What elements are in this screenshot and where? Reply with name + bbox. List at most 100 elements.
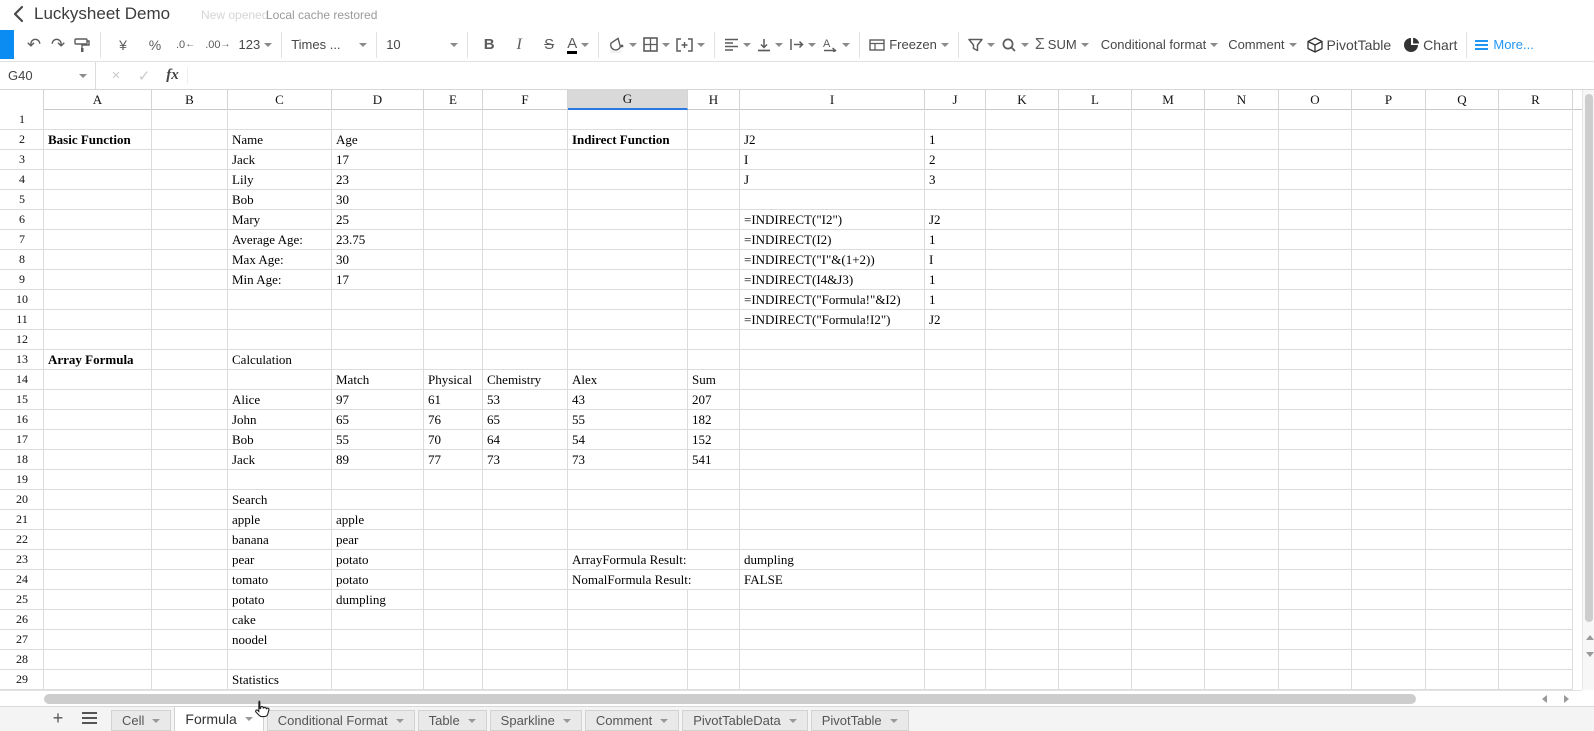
- font-family-dropdown[interactable]: Times ...: [288, 31, 370, 59]
- cell-E16[interactable]: 76: [425, 410, 444, 429]
- cell-D4[interactable]: 23: [333, 170, 352, 189]
- chevron-down-icon[interactable]: [467, 718, 476, 723]
- cell-J9[interactable]: 1: [926, 270, 939, 289]
- cell-J7[interactable]: 1: [926, 230, 939, 249]
- cell-G23[interactable]: ArrayFormula Result:: [569, 550, 690, 569]
- row-header-3[interactable]: 3: [0, 150, 44, 169]
- cell-A2[interactable]: Basic Function: [45, 130, 134, 149]
- row-header-4[interactable]: 4: [0, 170, 44, 189]
- cell-I9[interactable]: =INDIRECT(I4&J3): [741, 270, 857, 289]
- conditional-format-dropdown[interactable]: Conditional format: [1098, 31, 1222, 59]
- cell-C13[interactable]: Calculation: [229, 350, 295, 369]
- cell-J8[interactable]: I: [926, 250, 937, 269]
- cell-E15[interactable]: 61: [425, 390, 444, 409]
- column-header-B[interactable]: B: [152, 90, 228, 110]
- cell-C7[interactable]: Average Age:: [229, 230, 306, 249]
- cell-A13[interactable]: Array Formula: [45, 350, 137, 369]
- italic-button[interactable]: I: [507, 31, 531, 59]
- cell-J4[interactable]: 3: [926, 170, 939, 189]
- cell-G17[interactable]: 54: [569, 430, 588, 449]
- cell-C29[interactable]: Statistics: [229, 670, 282, 689]
- cell-J11[interactable]: J2: [926, 310, 944, 329]
- cell-D16[interactable]: 65: [333, 410, 352, 429]
- row-header-29[interactable]: 29: [0, 670, 44, 689]
- cell-C15[interactable]: Alice: [229, 390, 264, 409]
- column-header-H[interactable]: H: [688, 90, 740, 110]
- cell-C9[interactable]: Min Age:: [229, 270, 285, 289]
- name-box[interactable]: G40: [0, 62, 96, 89]
- grid-body[interactable]: 1 2 3 4 5 6 7 8 9 10 11 12 13 14 15 16 17 18 19 20 21 22 23 24 2…: [0, 110, 1573, 690]
- row-header-1[interactable]: 1: [0, 110, 44, 129]
- cell-G16[interactable]: 55: [569, 410, 588, 429]
- add-sheet-button[interactable]: +: [48, 708, 68, 729]
- cell-H14[interactable]: Sum: [689, 370, 719, 389]
- sum-dropdown[interactable]: Σ SUM: [1032, 31, 1092, 59]
- vertical-align-dropdown[interactable]: [754, 31, 786, 59]
- currency-format-button[interactable]: ¥: [111, 31, 135, 59]
- cell-D5[interactable]: 30: [333, 190, 352, 209]
- row-header-10[interactable]: 10: [0, 290, 44, 309]
- row-header-12[interactable]: 12: [0, 330, 44, 349]
- cell-D23[interactable]: potato: [333, 550, 372, 569]
- cell-C17[interactable]: Bob: [229, 430, 257, 449]
- cell-C25[interactable]: potato: [229, 590, 268, 609]
- cell-F16[interactable]: 65: [484, 410, 503, 429]
- cell-E17[interactable]: 70: [425, 430, 444, 449]
- paint-format-button[interactable]: [70, 31, 94, 59]
- filter-dropdown[interactable]: [965, 31, 998, 59]
- cell-E18[interactable]: 77: [425, 450, 444, 469]
- bold-button[interactable]: B: [477, 31, 501, 59]
- sheet-tab-table[interactable]: Table: [417, 710, 487, 731]
- column-header-M[interactable]: M: [1132, 90, 1205, 110]
- scroll-up-icon[interactable]: [1586, 635, 1594, 640]
- row-header-13[interactable]: 13: [0, 350, 44, 369]
- cell-G15[interactable]: 43: [569, 390, 588, 409]
- row-header-14[interactable]: 14: [0, 370, 44, 389]
- row-header-8[interactable]: 8: [0, 250, 44, 269]
- workbook-title[interactable]: Luckysheet Demo: [34, 4, 170, 24]
- cell-I23[interactable]: dumpling: [741, 550, 797, 569]
- chevron-down-icon[interactable]: [562, 718, 571, 723]
- row-header-18[interactable]: 18: [0, 450, 44, 469]
- column-header-O[interactable]: O: [1279, 90, 1352, 110]
- cell-C2[interactable]: Name: [229, 130, 267, 149]
- column-header-G[interactable]: G: [568, 90, 688, 110]
- cell-D2[interactable]: Age: [333, 130, 361, 149]
- cell-J3[interactable]: 2: [926, 150, 939, 169]
- column-header-C[interactable]: C: [228, 90, 332, 110]
- row-header-27[interactable]: 27: [0, 630, 44, 649]
- cell-D22[interactable]: pear: [333, 530, 362, 549]
- cell-C26[interactable]: cake: [229, 610, 259, 629]
- borders-dropdown[interactable]: [640, 31, 673, 59]
- cell-H16[interactable]: 182: [689, 410, 715, 429]
- chevron-down-icon[interactable]: [660, 718, 669, 723]
- cell-G24[interactable]: NomalFormula Result:: [569, 570, 695, 589]
- pivot-table-button[interactable]: PivotTable: [1304, 31, 1395, 59]
- sheet-tab-formula[interactable]: Formula: [174, 706, 264, 731]
- cell-D9[interactable]: 17: [333, 270, 352, 289]
- merge-cells-dropdown[interactable]: [673, 31, 708, 59]
- row-header-16[interactable]: 16: [0, 410, 44, 429]
- decrease-decimal-button[interactable]: .0 ←: [173, 31, 198, 59]
- cell-G18[interactable]: 73: [569, 450, 588, 469]
- cell-C20[interactable]: Search: [229, 490, 271, 509]
- font-size-dropdown[interactable]: 10: [383, 31, 461, 59]
- row-header-28[interactable]: 28: [0, 650, 44, 669]
- cell-C5[interactable]: Bob: [229, 190, 257, 209]
- formula-input[interactable]: [188, 62, 1594, 89]
- cell-J10[interactable]: 1: [926, 290, 939, 309]
- redo-button[interactable]: ↷: [46, 31, 70, 59]
- text-rotate-dropdown[interactable]: A: [819, 31, 853, 59]
- cell-G14[interactable]: Alex: [569, 370, 601, 389]
- freeze-dropdown[interactable]: Freezen: [866, 31, 952, 59]
- chevron-down-icon[interactable]: [395, 718, 404, 723]
- sheet-tab-pivottable[interactable]: PivotTable: [810, 710, 909, 731]
- comment-dropdown[interactable]: Comment: [1225, 31, 1299, 59]
- cell-D25[interactable]: dumpling: [333, 590, 389, 609]
- cell-D14[interactable]: Match: [333, 370, 373, 389]
- column-header-L[interactable]: L: [1059, 90, 1132, 110]
- row-header-25[interactable]: 25: [0, 590, 44, 609]
- chevron-down-icon[interactable]: [889, 718, 898, 723]
- column-header-Q[interactable]: Q: [1426, 90, 1499, 110]
- cancel-formula-icon[interactable]: ×: [102, 67, 130, 84]
